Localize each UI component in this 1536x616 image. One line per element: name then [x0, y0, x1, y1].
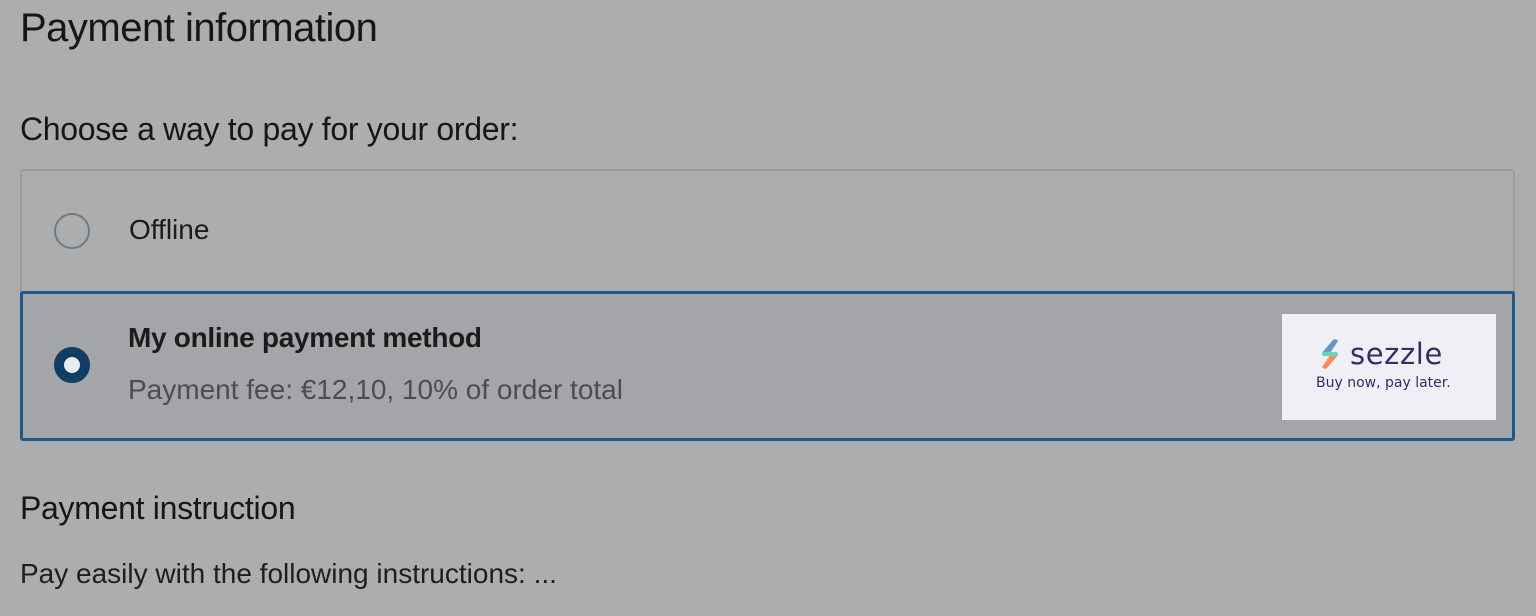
payment-instruction-text: Pay easily with the following instructio… — [20, 558, 557, 589]
sezzle-tagline: Buy now, pay later. — [1316, 375, 1451, 391]
payment-instruction-heading: Payment instruction — [20, 490, 296, 526]
page-title: Payment information — [20, 6, 378, 50]
option-label-offline: Offline — [129, 214, 210, 245]
radio-online[interactable] — [54, 347, 90, 383]
sezzle-logo: sezzle Buy now, pay later. — [1282, 314, 1496, 420]
payment-fee-text: Payment fee: €12,10, 10% of order total — [128, 374, 623, 405]
sezzle-logo-icon — [1322, 339, 1338, 369]
payment-method-heading: Choose a way to pay for your order: — [20, 111, 519, 147]
radio-offline[interactable] — [54, 213, 90, 249]
payment-options: Offline My online payment method Payment… — [20, 169, 1515, 441]
payment-option-online[interactable]: My online payment method Payment fee: €1… — [20, 291, 1515, 441]
sezzle-wordmark: sezzle — [1350, 337, 1443, 371]
option-label-online: My online payment method — [128, 322, 482, 353]
sezzle-logo-row: sezzle — [1316, 336, 1443, 372]
payment-option-offline[interactable]: Offline — [20, 169, 1515, 293]
